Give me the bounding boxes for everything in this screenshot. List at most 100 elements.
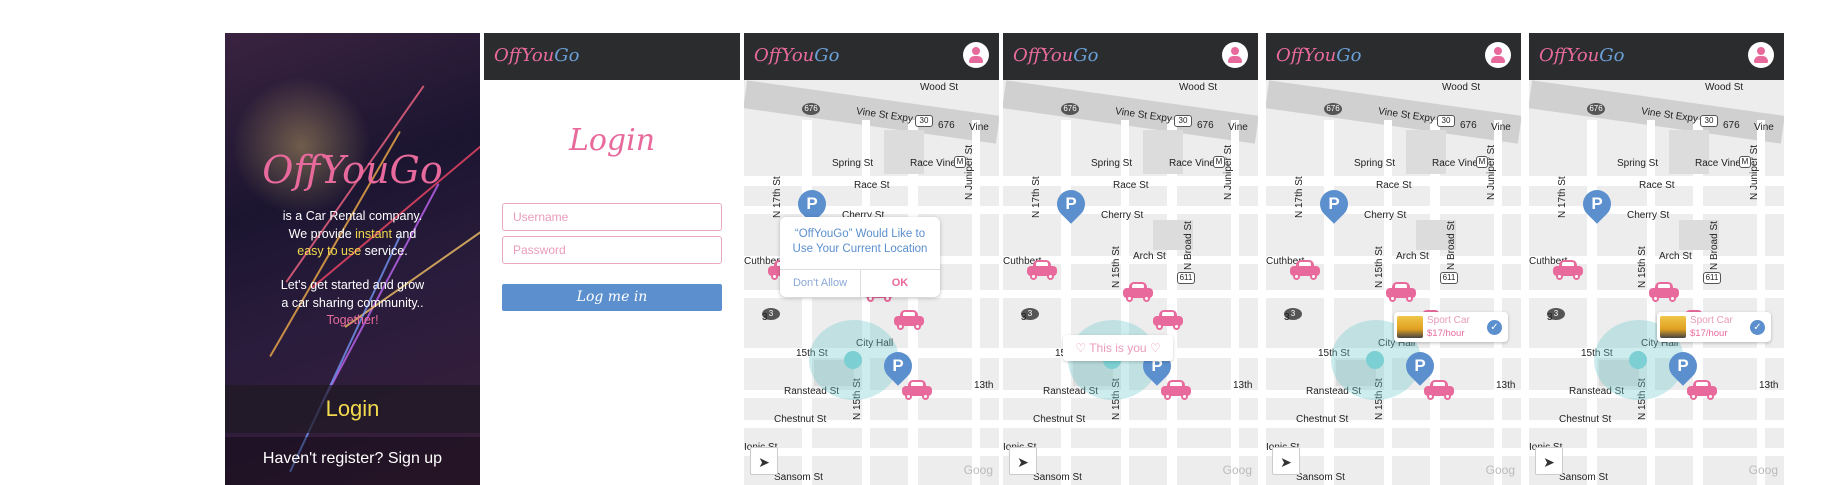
dialog-title: “OffYouGo” Would Like to Use Your Current…: [792, 228, 928, 255]
road: [744, 448, 999, 456]
car-thumbnail: [1397, 316, 1423, 338]
car-info-card[interactable]: Sport Car $17/hour ✓: [1394, 312, 1508, 342]
parking-pin[interactable]: P: [1051, 184, 1091, 224]
highway-shield: 611: [1177, 272, 1195, 284]
car-icon[interactable]: [1153, 310, 1183, 330]
highway-shield: 676: [802, 103, 820, 115]
this-is-you-tooltip: ♡ This is you ♡: [1063, 335, 1173, 361]
app-logo: OffYouGo: [754, 45, 840, 66]
google-logo: Goog: [1748, 463, 1778, 477]
app-logo: OffYouGo: [262, 148, 443, 192]
splash-screen: OffYouGo is a Car Rental company. We pro…: [225, 33, 480, 485]
locate-me-button[interactable]: ➤: [1009, 447, 1037, 475]
street-label: Sansom St: [1033, 472, 1082, 483]
check-icon[interactable]: ✓: [1487, 320, 1502, 335]
street-label: 3: [1021, 312, 1027, 323]
street-label: Arch St: [1133, 251, 1166, 262]
password-field[interactable]: [502, 236, 722, 264]
street-label: 13th: [1496, 380, 1516, 391]
street-label: Vine: [1754, 122, 1774, 133]
map-view[interactable]: Wood St 676 Vine St Expy 30 676 Vine Spr…: [1003, 80, 1258, 485]
car-price: $17/hour: [1427, 328, 1465, 339]
street-label: Vine: [1491, 122, 1511, 133]
parking-pin[interactable]: P: [1314, 184, 1354, 224]
signup-link[interactable]: Haven't register? Sign up: [225, 437, 480, 485]
google-logo: Goog: [1222, 463, 1252, 477]
street-label: Wood St: [920, 82, 959, 93]
street-label: 676: [1460, 120, 1477, 131]
street-label: Spring St: [1091, 158, 1133, 169]
road: [1587, 120, 1597, 485]
road: [1003, 448, 1258, 456]
map-screen-car-selected: OffYouGo Wood St 676 Vine St Expy 30 676…: [1266, 33, 1521, 485]
street-label: Race St: [854, 180, 890, 191]
car-info-card[interactable]: Sport Car $17/hour ✓: [1657, 312, 1771, 342]
highway-shield: 611: [1440, 272, 1458, 284]
user-profile-icon[interactable]: [1222, 42, 1248, 68]
highway-shield: 30: [1174, 115, 1192, 127]
road: [1266, 448, 1521, 456]
car-icon[interactable]: [1649, 282, 1679, 302]
street-label: Race St: [1376, 180, 1412, 191]
street-label: Arch St: [1659, 251, 1692, 262]
street-label: N 15th St: [1374, 246, 1385, 288]
locate-me-button[interactable]: ➤: [750, 447, 778, 475]
street-label: 13th: [1759, 380, 1779, 391]
road: [1647, 120, 1655, 485]
street-label: N 17th St: [1557, 176, 1568, 218]
locate-me-button[interactable]: ➤: [1535, 447, 1563, 475]
car-icon[interactable]: [1553, 260, 1583, 280]
street-label: Vine: [1228, 122, 1248, 133]
map-view[interactable]: Wood St 676 Vine St Expy 30 676 Vine Spr…: [1266, 80, 1521, 485]
car-icon[interactable]: [1424, 380, 1454, 400]
car-icon[interactable]: [1687, 380, 1717, 400]
highway-shield: 611: [1703, 272, 1721, 284]
top-bar: OffYouGo: [1529, 33, 1784, 80]
ok-button[interactable]: OK: [860, 269, 940, 297]
street-label: Arch St: [1396, 251, 1429, 262]
street-label: 3: [762, 312, 768, 323]
user-location-dot: [1629, 351, 1647, 369]
car-icon[interactable]: [1123, 282, 1153, 302]
login-button[interactable]: Login: [225, 385, 480, 433]
street-label: Race Vine: [1695, 158, 1741, 169]
parking-pin[interactable]: P: [1577, 184, 1617, 224]
street-label: Sansom St: [1296, 472, 1345, 483]
street-label: Sansom St: [1559, 472, 1608, 483]
car-icon[interactable]: [894, 310, 924, 330]
car-icon[interactable]: [1027, 260, 1057, 280]
road: [908, 120, 918, 485]
street-label: N Broad St: [1709, 221, 1720, 270]
top-bar: OffYouGo: [744, 33, 999, 80]
check-icon[interactable]: ✓: [1750, 320, 1765, 335]
street-label: Race St: [1113, 180, 1149, 191]
app-logo: OffYouGo: [1013, 45, 1099, 66]
car-price: $17/hour: [1690, 328, 1728, 339]
car-icon[interactable]: [1161, 380, 1191, 400]
map-screen-you: OffYouGo Wood St 676 Vine St Expy 30 676…: [1003, 33, 1258, 485]
user-profile-icon[interactable]: [1485, 42, 1511, 68]
map-view[interactable]: Wood St 676 Vine St Expy 30 676 Vine Spr…: [1529, 80, 1784, 485]
username-field[interactable]: [502, 203, 722, 231]
street-label: 3: [1284, 312, 1290, 323]
dont-allow-button[interactable]: Don't Allow: [780, 269, 860, 297]
car-icon[interactable]: [1386, 282, 1416, 302]
street-label: Race St: [1639, 180, 1675, 191]
user-profile-icon[interactable]: [963, 42, 989, 68]
street-label: 3: [1547, 312, 1553, 323]
street-label: 676: [1723, 120, 1740, 131]
car-icon[interactable]: [902, 380, 932, 400]
login-submit-button[interactable]: Log me in: [502, 284, 722, 311]
street-label: N Juniper St: [1749, 144, 1760, 200]
street-label: Race Vine: [910, 158, 956, 169]
road: [1121, 120, 1129, 485]
car-icon[interactable]: [1290, 260, 1320, 280]
road: [1529, 448, 1784, 456]
road: [1167, 120, 1177, 485]
locate-me-button[interactable]: ➤: [1272, 447, 1300, 475]
google-logo: Goog: [1485, 463, 1515, 477]
road: [802, 120, 812, 485]
user-profile-icon[interactable]: [1748, 42, 1774, 68]
map-view[interactable]: Wood St 676 Vine St Expy 30 676 Vine Spr…: [744, 80, 999, 485]
page-title: Login: [568, 123, 656, 158]
